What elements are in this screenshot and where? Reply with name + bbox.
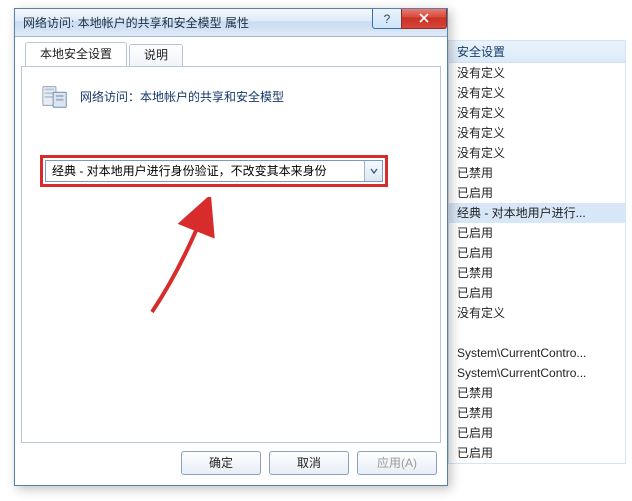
dropdown-selected-value: 经典 - 对本地用户进行身份验证，不改变其本来身份: [46, 161, 364, 181]
tab-local-security[interactable]: 本地安全设置: [25, 42, 127, 66]
cancel-button[interactable]: 取消: [269, 451, 349, 475]
bg-list-item[interactable]: 已禁用: [449, 383, 625, 403]
security-model-dropdown[interactable]: 经典 - 对本地用户进行身份验证，不改变其本来身份: [45, 160, 383, 182]
annotation-arrow: [137, 197, 227, 320]
help-icon: ?: [384, 12, 391, 26]
dropdown-toggle[interactable]: [364, 161, 382, 181]
bg-list-item[interactable]: System\CurrentContro...: [449, 363, 625, 383]
policy-icon: [40, 81, 70, 111]
tab-explanation[interactable]: 说明: [129, 44, 183, 66]
background-security-list: 安全设置 没有定义没有定义没有定义没有定义没有定义已禁用已启用经典 - 对本地用…: [448, 40, 626, 464]
chevron-down-icon: [370, 164, 378, 178]
bg-list-item[interactable]: 已禁用: [449, 403, 625, 423]
bg-list-item[interactable]: System\CurrentContro...: [449, 343, 625, 363]
bg-list-item[interactable]: 没有定义: [449, 103, 625, 123]
bg-list-header: 安全设置: [449, 41, 625, 63]
bg-list-item[interactable]: 经典 - 对本地用户进行...: [449, 203, 625, 223]
bg-list-item[interactable]: 已启用: [449, 443, 625, 463]
bg-list-item[interactable]: 没有定义: [449, 303, 625, 323]
bg-list-item[interactable]: 已启用: [449, 183, 625, 203]
tab-strip: 本地安全设置 说明: [21, 43, 441, 67]
apply-button[interactable]: 应用(A): [357, 451, 437, 475]
policy-title: 网络访问：本地帐户的共享和安全模型: [80, 88, 284, 105]
tab-panel-local-security: 网络访问：本地帐户的共享和安全模型 经典 - 对本地用户进行身份验证，不改变其本…: [21, 67, 441, 443]
bg-list-item[interactable]: 已启用: [449, 223, 625, 243]
dialog-title: 网络访问: 本地帐户的共享和安全模型 属性: [23, 14, 373, 31]
bg-list-item[interactable]: 已禁用: [449, 163, 625, 183]
ok-button[interactable]: 确定: [181, 451, 261, 475]
bg-list-item[interactable]: 已启用: [449, 283, 625, 303]
dialog-titlebar[interactable]: 网络访问: 本地帐户的共享和安全模型 属性 ?: [15, 9, 447, 37]
bg-list-item[interactable]: 没有定义: [449, 63, 625, 83]
dialog-button-row: 确定 取消 应用(A): [15, 447, 447, 479]
help-button[interactable]: ?: [372, 9, 402, 29]
bg-list-item[interactable]: 没有定义: [449, 83, 625, 103]
dropdown-highlight-box: 经典 - 对本地用户进行身份验证，不改变其本来身份: [40, 155, 388, 187]
bg-list-item[interactable]: [449, 323, 625, 343]
close-button[interactable]: [401, 9, 447, 29]
bg-list-item[interactable]: 没有定义: [449, 123, 625, 143]
properties-dialog: 网络访问: 本地帐户的共享和安全模型 属性 ? 本地安全设置 说明: [14, 8, 448, 486]
bg-list-item[interactable]: 已启用: [449, 423, 625, 443]
bg-list-item[interactable]: 已禁用: [449, 263, 625, 283]
close-icon: [419, 12, 429, 26]
bg-list-item[interactable]: 已启用: [449, 243, 625, 263]
bg-list-item[interactable]: 没有定义: [449, 143, 625, 163]
